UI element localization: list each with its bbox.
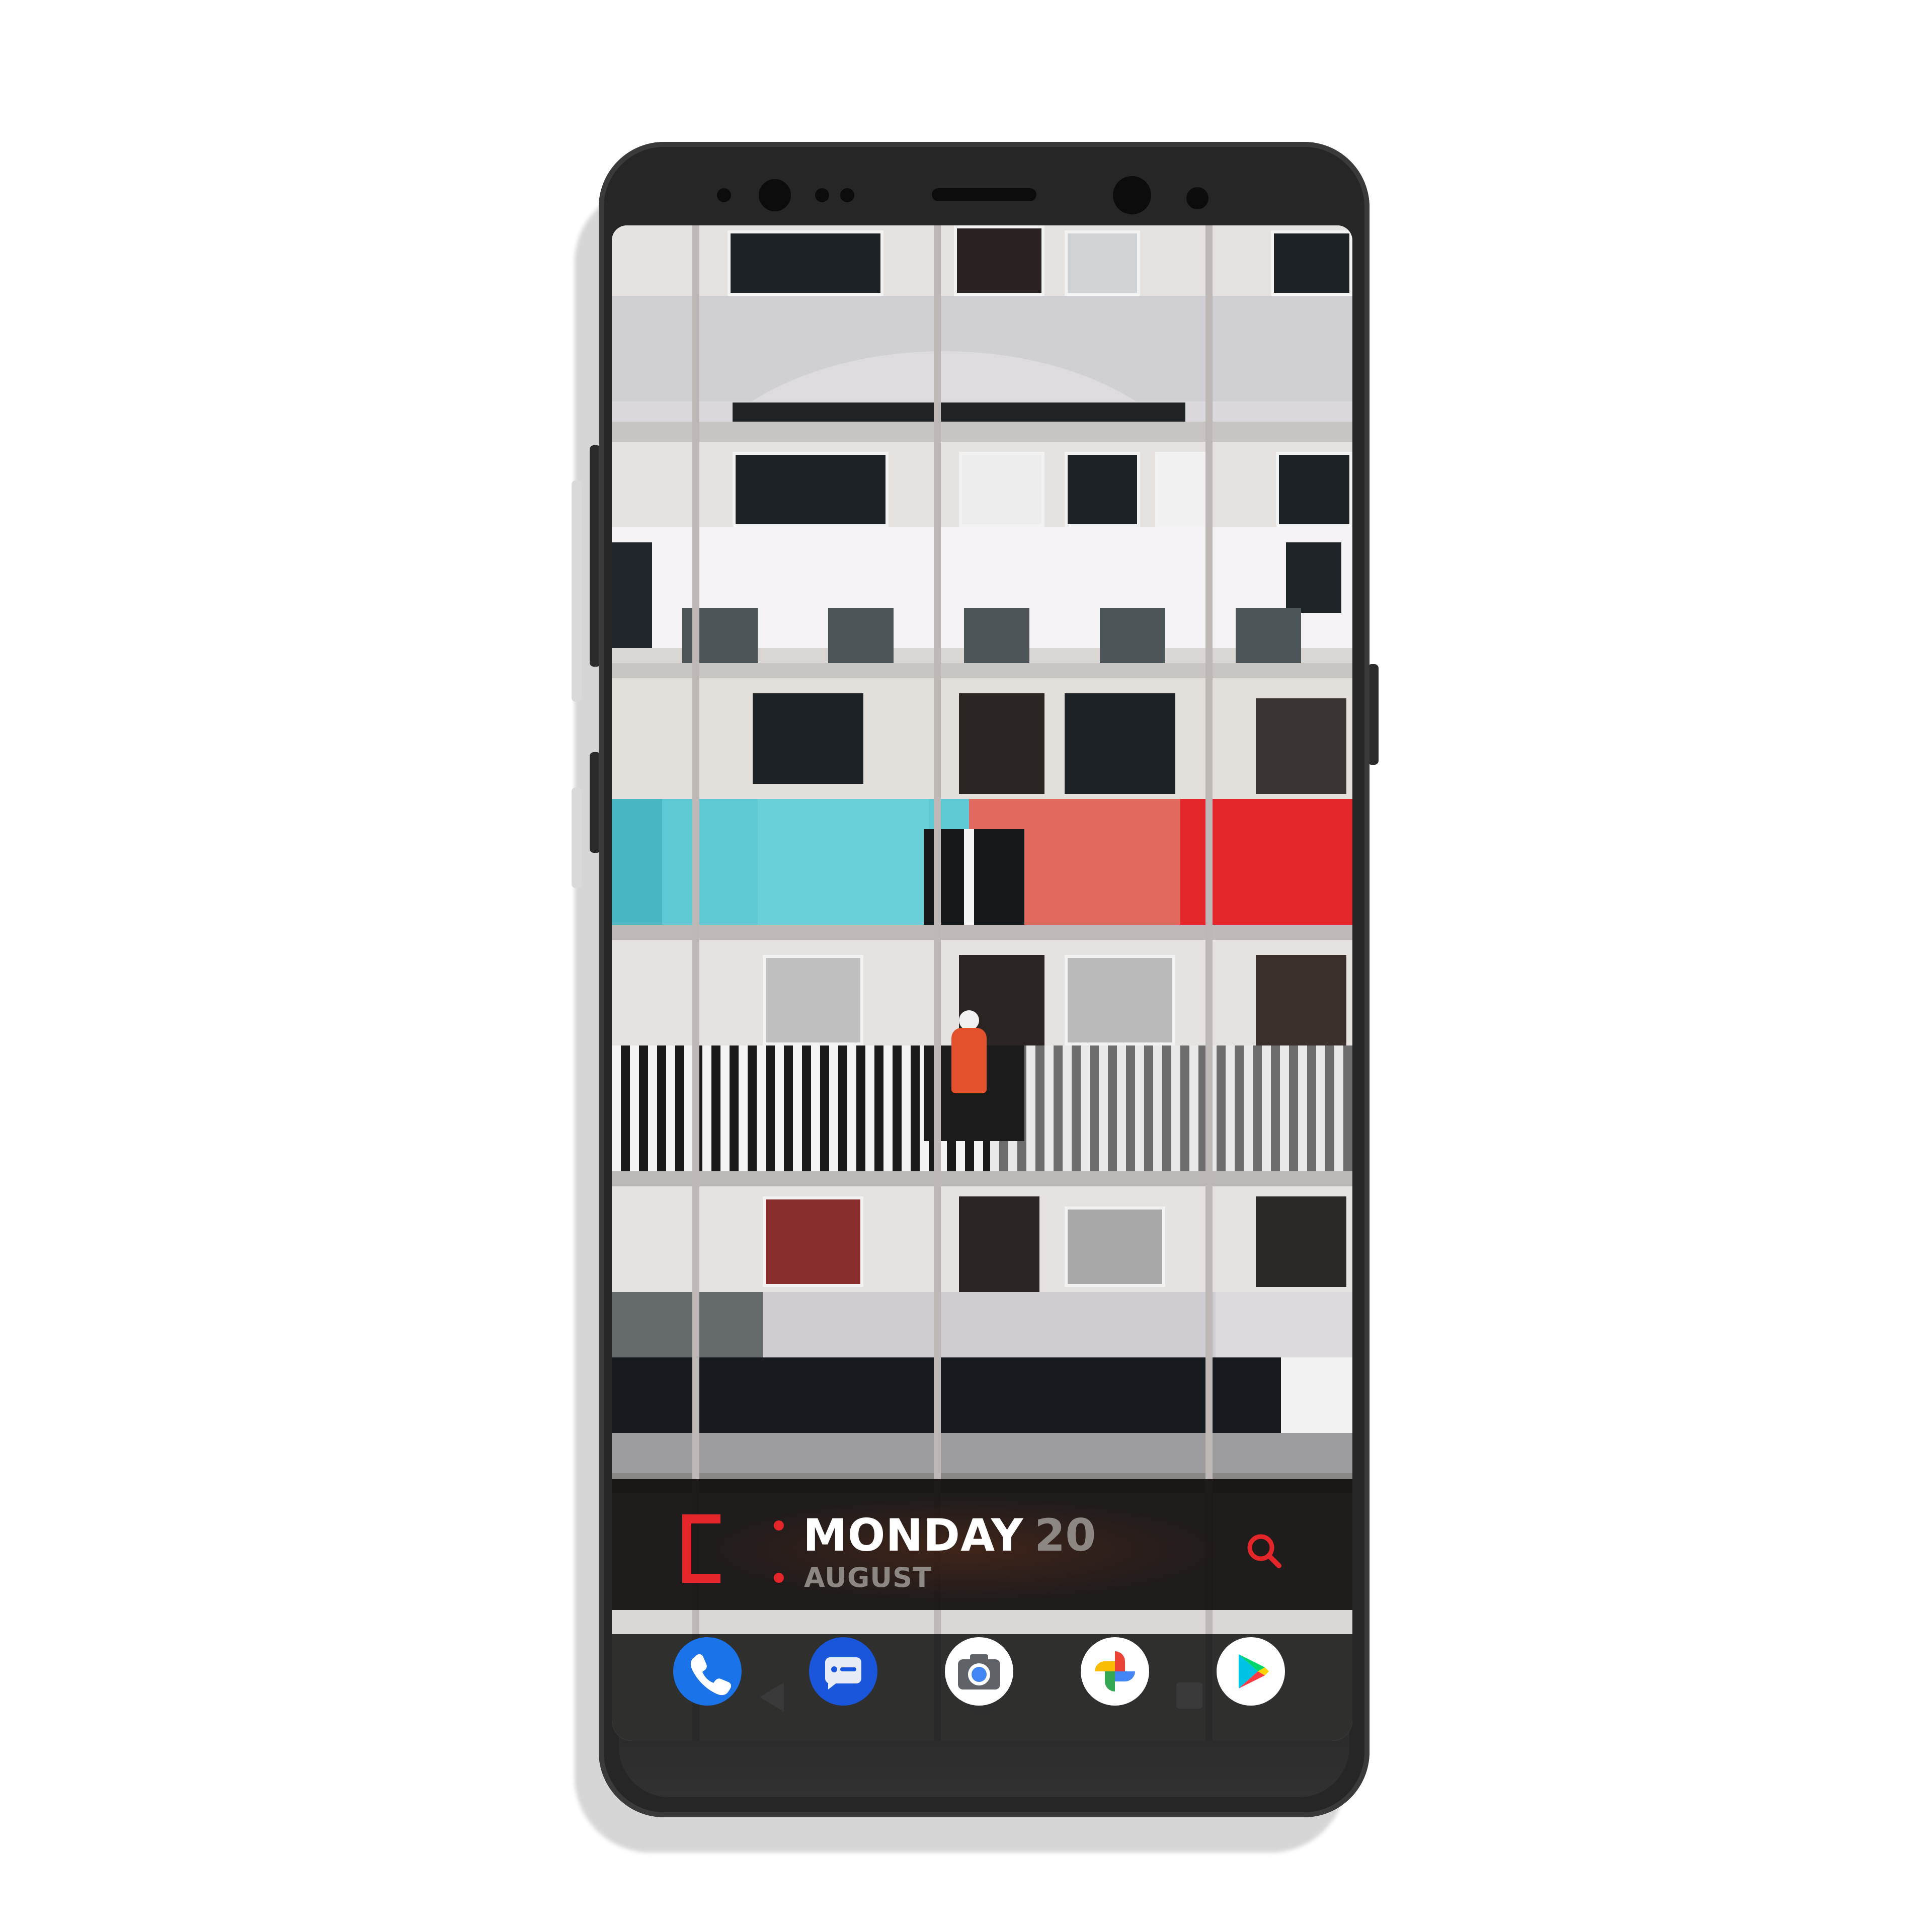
top-bezel: [599, 142, 1370, 227]
messages-icon: [809, 1637, 877, 1706]
wallpaper-person: [959, 1010, 979, 1030]
day-of-month: 20: [1034, 1509, 1096, 1561]
search-button[interactable]: [1242, 1528, 1287, 1574]
back-icon: [760, 1682, 784, 1712]
launcher-logo: [682, 1514, 720, 1583]
front-camera: [1113, 176, 1151, 214]
messages-app[interactable]: [808, 1636, 878, 1707]
iris-sensor: [759, 179, 791, 211]
bixby-button-shadow: [572, 787, 582, 888]
accent-dot-bottom: [774, 1573, 784, 1583]
accent-dot-top: [774, 1520, 784, 1531]
search-icon: [1247, 1534, 1281, 1568]
phone-icon: [673, 1637, 742, 1706]
light-sensor: [815, 188, 829, 202]
camera-icon: [945, 1637, 1013, 1706]
back-button[interactable]: [757, 1679, 787, 1717]
pinwheel-icon: [1081, 1637, 1149, 1706]
day-of-week: MONDAY: [803, 1509, 1024, 1561]
iris-camera: [1186, 187, 1209, 209]
phone-app[interactable]: [672, 1636, 743, 1707]
play-store-app[interactable]: [1216, 1636, 1286, 1707]
app-dock: [612, 1634, 1352, 1741]
proximity-sensor: [717, 188, 731, 202]
earpiece-speaker: [932, 188, 1036, 201]
date-widget[interactable]: MONDAY 20 AUGUST: [612, 1479, 1352, 1610]
month-label: AUGUST: [804, 1562, 932, 1593]
home-screen: MONDAY 20 AUGUST: [612, 225, 1352, 1741]
play-store-icon: [1217, 1637, 1285, 1706]
photos-app[interactable]: [1080, 1636, 1150, 1707]
light-sensor-2: [840, 188, 854, 202]
camera-app[interactable]: [944, 1636, 1014, 1707]
recents-button[interactable]: [1176, 1682, 1202, 1709]
volume-button-shadow: [572, 480, 582, 702]
